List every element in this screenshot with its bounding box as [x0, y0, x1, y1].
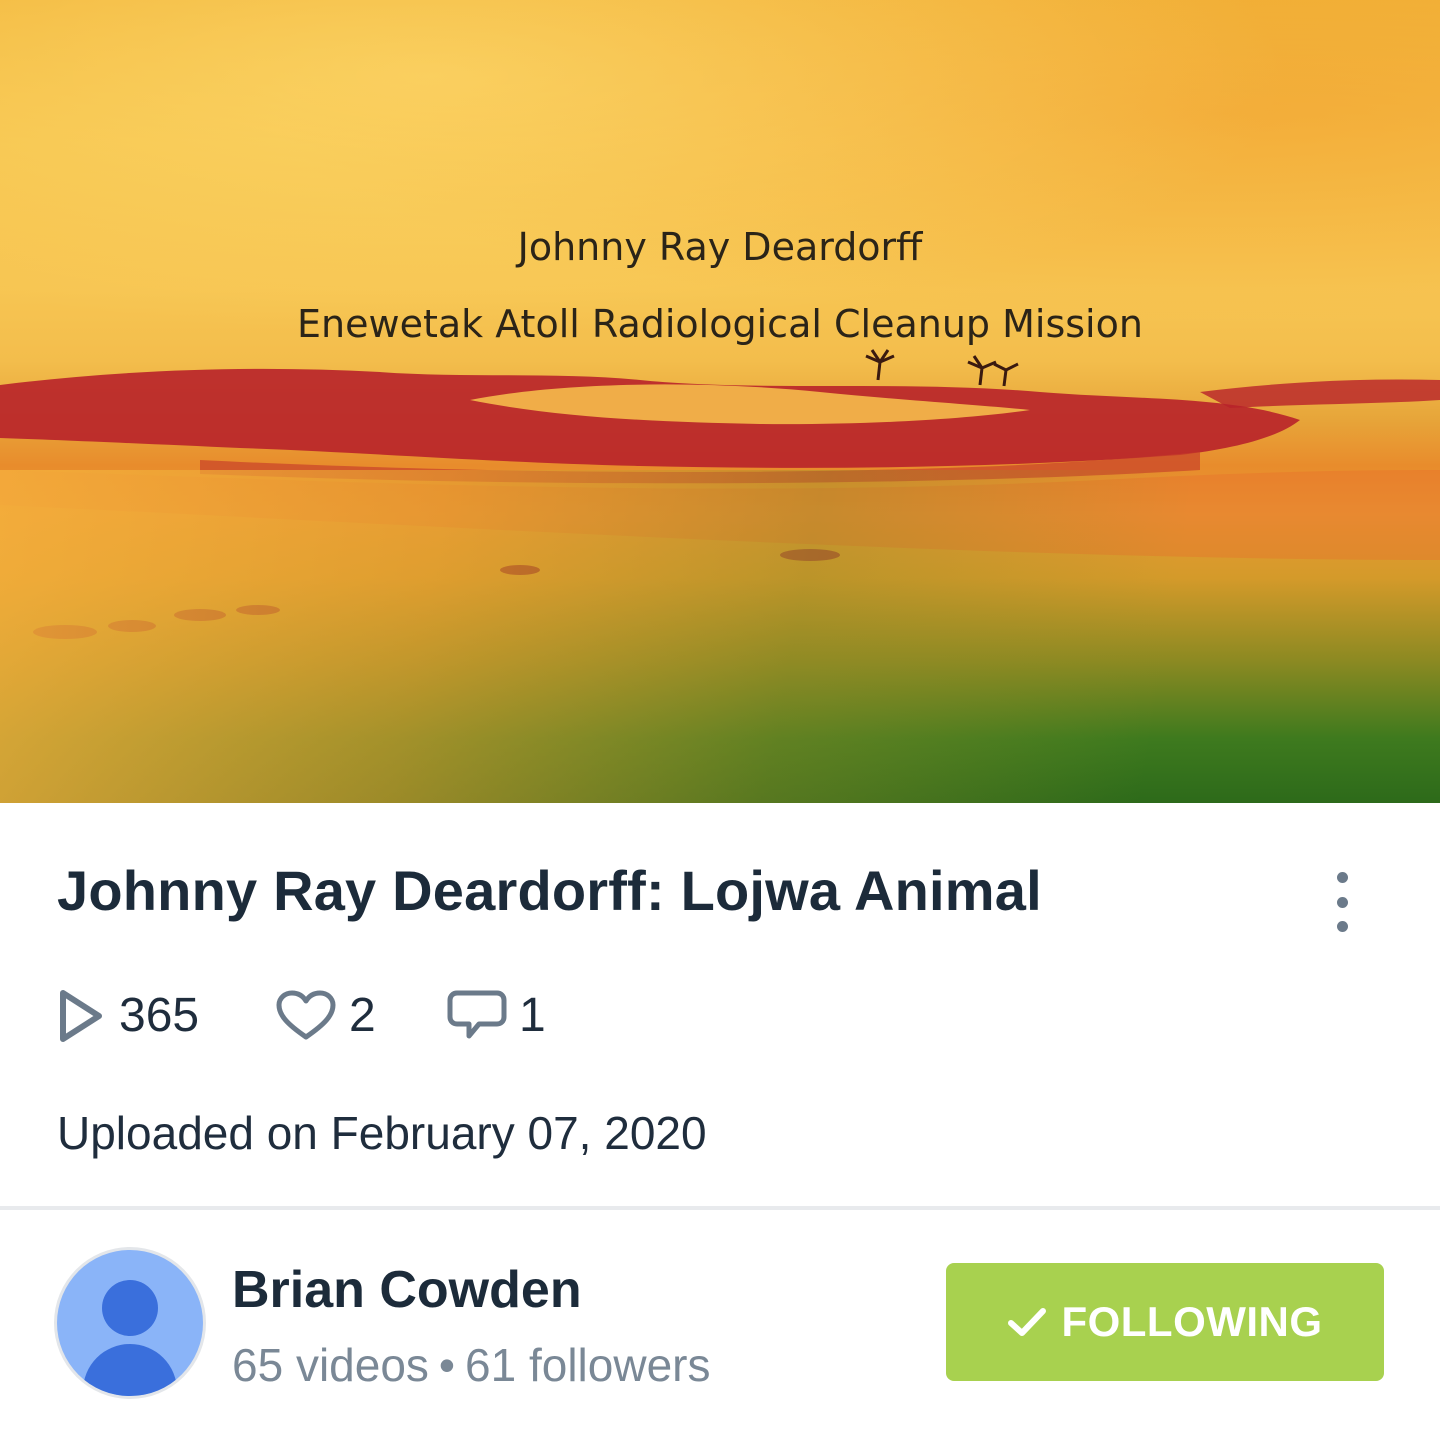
play-icon: [60, 989, 102, 1042]
video-thumbnail[interactable]: Johnny Ray Deardorff Enewetak Atoll Radi…: [0, 0, 1440, 803]
likes-count: 2: [349, 989, 376, 1042]
channel-video-count: 65 videos: [232, 1339, 429, 1391]
user-icon: [102, 1280, 158, 1336]
channel-name[interactable]: Brian Cowden: [232, 1260, 582, 1320]
comments-stat[interactable]: 1: [447, 988, 546, 1043]
thumbnail-caption-line2: Enewetak Atoll Radiological Cleanup Miss…: [297, 302, 1143, 346]
views-stat: 365: [57, 988, 199, 1043]
more-vertical-icon: [1336, 872, 1348, 883]
channel-avatar[interactable]: [57, 1250, 203, 1396]
views-count: 365: [119, 989, 200, 1042]
section-divider: [0, 1206, 1440, 1210]
following-label: FOLLOWING: [1061, 1298, 1323, 1345]
meta-separator: •: [438, 1339, 456, 1391]
thumbnail-caption-line1: Johnny Ray Deardorff: [517, 225, 923, 269]
following-button[interactable]: FOLLOWING: [946, 1263, 1384, 1381]
video-title: Johnny Ray Deardorff: Lojwa Animal: [57, 859, 1042, 922]
heart-icon: [276, 990, 336, 1039]
comments-count: 1: [519, 989, 546, 1042]
likes-stat[interactable]: 2: [275, 988, 376, 1043]
more-options-button[interactable]: [1316, 872, 1368, 932]
comment-icon: [447, 990, 507, 1038]
thumbnail-sea: [0, 470, 1440, 803]
upload-date: Uploaded on February 07, 2020: [57, 1107, 707, 1159]
channel-follower-count: 61 followers: [465, 1339, 711, 1391]
channel-meta: 65 videos • 61 followers: [232, 1338, 710, 1392]
check-icon: [1008, 1308, 1047, 1336]
